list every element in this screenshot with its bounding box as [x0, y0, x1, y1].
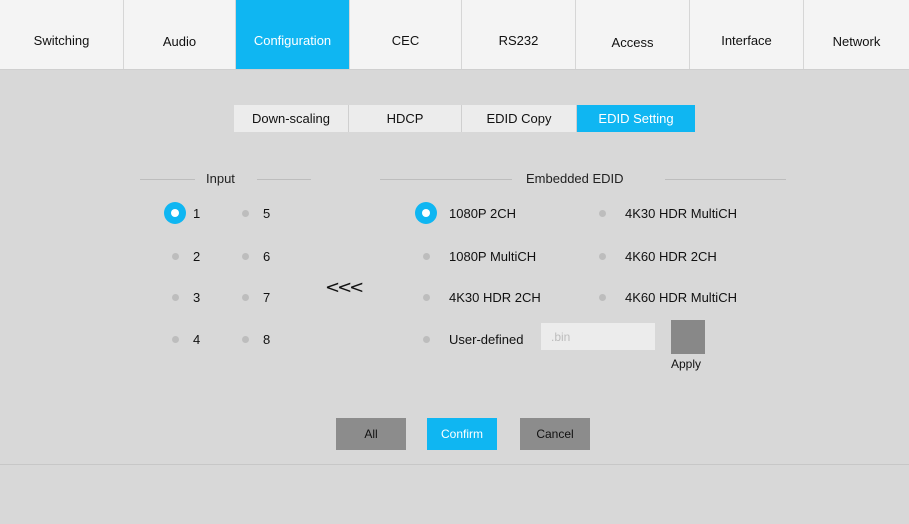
subtab-down-scaling[interactable]: Down-scaling [234, 105, 349, 132]
edid-radio-1080p-2ch[interactable]: 1080P 2CH [415, 202, 516, 224]
radio-indicator [234, 328, 256, 350]
radio-label: 4K60 HDR 2CH [625, 248, 717, 264]
input-section-header: Input [140, 171, 311, 187]
copy-arrow-icon: <<< [325, 277, 364, 298]
tab-label: Configuration [253, 33, 332, 48]
divider [257, 179, 311, 180]
input-radio-5[interactable]: 5 [234, 202, 270, 224]
radio-indicator [591, 245, 613, 267]
radio-indicator [164, 286, 186, 308]
all-button[interactable]: All [336, 418, 406, 450]
radio-label: 4K30 HDR 2CH [449, 289, 541, 305]
input-radio-3[interactable]: 3 [164, 286, 200, 308]
tab-rs232[interactable]: RS232 [462, 0, 576, 69]
edid-radio-4k30-hdr-2ch[interactable]: 4K30 HDR 2CH [415, 286, 541, 308]
edid-radio-4k60-hdr-2ch[interactable]: 4K60 HDR 2CH [591, 245, 717, 267]
divider [665, 179, 786, 180]
radio-indicator [164, 328, 186, 350]
input-radio-6[interactable]: 6 [234, 245, 270, 267]
edid-radio-user-defined[interactable]: User-defined [415, 328, 523, 350]
radio-indicator [234, 286, 256, 308]
sub-tabs: Down-scaling HDCP EDID Copy EDID Setting [234, 105, 695, 132]
radio-label: 5 [263, 205, 271, 221]
apply-label: Apply [671, 357, 702, 371]
radio-indicator [415, 245, 437, 267]
radio-indicator [415, 286, 437, 308]
divider [140, 179, 195, 180]
edid-file-input[interactable] [541, 323, 655, 350]
radio-label: 1080P 2CH [449, 205, 516, 221]
apply-upload-button[interactable] [671, 320, 705, 354]
radio-indicator [415, 328, 437, 350]
radio-indicator [415, 202, 437, 224]
radio-indicator [164, 202, 186, 224]
tab-label: Network [832, 34, 881, 49]
input-radio-4[interactable]: 4 [164, 328, 200, 350]
radio-indicator [591, 286, 613, 308]
tab-label: RS232 [498, 33, 539, 48]
edid-radio-4k30-hdr-multich[interactable]: 4K30 HDR MultiCH [591, 202, 737, 224]
divider [380, 179, 512, 180]
radio-label: 1 [193, 205, 201, 221]
input-radio-1[interactable]: 1 [164, 202, 200, 224]
tab-label: Interface [721, 33, 772, 48]
radio-indicator [234, 245, 256, 267]
input-radio-8[interactable]: 8 [234, 328, 270, 350]
edid-radio-1080p-multich[interactable]: 1080P MultiCH [415, 245, 536, 267]
subtab-hdcp[interactable]: HDCP [349, 105, 462, 132]
radio-label: 4K60 HDR MultiCH [625, 289, 737, 305]
radio-label: 7 [263, 289, 271, 305]
edid-radio-4k60-hdr-multich[interactable]: 4K60 HDR MultiCH [591, 286, 737, 308]
input-radio-2[interactable]: 2 [164, 245, 200, 267]
radio-label: 4K30 HDR MultiCH [625, 205, 737, 221]
subtab-edid-copy[interactable]: EDID Copy [462, 105, 577, 132]
tab-interface[interactable]: Interface [690, 0, 804, 69]
radio-label: 1080P MultiCH [449, 248, 537, 264]
radio-label: 2 [193, 248, 201, 264]
cancel-button[interactable]: Cancel [520, 418, 590, 450]
top-nav: Switching Audio Configuration CEC RS232 … [0, 0, 909, 70]
radio-label: 6 [263, 248, 271, 264]
tab-access[interactable]: Access [576, 0, 690, 69]
radio-indicator [591, 202, 613, 224]
tab-label: Audio [162, 34, 197, 49]
radio-label: 8 [263, 331, 271, 347]
tab-configuration[interactable]: Configuration [236, 0, 350, 69]
input-radio-7[interactable]: 7 [234, 286, 270, 308]
edid-section-title: Embedded EDID [526, 171, 624, 186]
edid-section-header: Embedded EDID [380, 171, 786, 187]
radio-indicator [234, 202, 256, 224]
tab-label: Switching [33, 33, 90, 48]
footer-divider [0, 464, 909, 465]
tab-cec[interactable]: CEC [350, 0, 462, 69]
tab-label: Access [611, 35, 654, 50]
confirm-button[interactable]: Confirm [427, 418, 497, 450]
tab-switching[interactable]: Switching [0, 0, 124, 69]
radio-indicator [164, 245, 186, 267]
tab-network[interactable]: Network [804, 0, 909, 69]
tab-label: CEC [391, 33, 420, 48]
radio-label: 3 [193, 289, 201, 305]
tab-audio[interactable]: Audio [124, 0, 236, 69]
input-section-title: Input [206, 171, 235, 186]
radio-label: 4 [193, 331, 201, 347]
radio-label: User-defined [449, 331, 524, 347]
subtab-edid-setting[interactable]: EDID Setting [577, 105, 695, 132]
